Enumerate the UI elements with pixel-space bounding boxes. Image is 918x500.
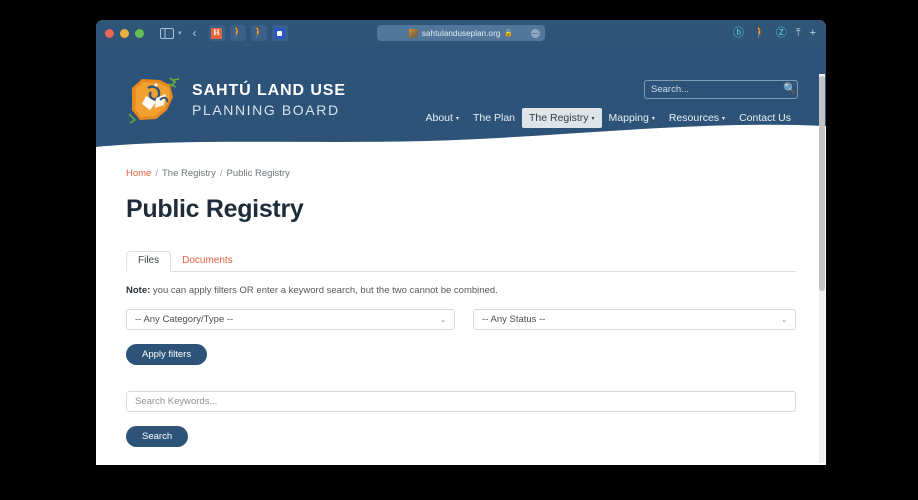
breadcrumb: Home / The Registry / Public Registry [126, 168, 796, 179]
filter-row: -- Any Category/Type -- ⌄ -- Any Status … [126, 309, 796, 330]
status-select[interactable]: -- Any Status -- ⌄ [473, 309, 796, 330]
webpage-viewport: SAHTÚ LAND USE PLANNING BOARD 🔍 About ▾ … [96, 46, 826, 465]
category-type-value: -- Any Category/Type -- [135, 314, 234, 325]
window-traffic-lights [105, 28, 144, 38]
filter-note-text: you can apply filters OR enter a keyword… [150, 285, 498, 296]
nav-item-the-plan[interactable]: The Plan [466, 108, 522, 128]
chevron-down-icon[interactable]: ▾ [178, 29, 182, 37]
breadcrumb-separator: / [155, 168, 158, 179]
chevron-down-icon: ⌄ [440, 316, 447, 324]
share-icon[interactable]: ⤒ [796, 27, 801, 39]
browser-right-icons: ⓑ 🚶 Ⓩ ⤒ + [733, 27, 819, 39]
browser-window: ▾ ‹ H 🚶 🚶 sahtulanduseplan.org 🔒 — ⓑ 🚶 Ⓩ… [96, 20, 826, 465]
nav-item-resources[interactable]: Resources ▾ [662, 108, 732, 128]
filter-note-label: Note: [126, 285, 151, 296]
bookmark-runner-1-icon[interactable]: 🚶 [229, 25, 246, 41]
category-type-select[interactable]: -- Any Category/Type -- ⌄ [126, 309, 456, 330]
page-menu-icon[interactable]: — [531, 29, 540, 38]
page-title: Public Registry [126, 195, 304, 223]
chevron-down-icon: ▾ [722, 116, 726, 122]
registry-tabs: Files Documents [126, 250, 796, 272]
brand-line-1: SAHTÚ LAND USE [192, 82, 346, 99]
breadcrumb-current: Public Registry [226, 168, 290, 179]
nav-label: The Registry [529, 112, 589, 124]
site-brand[interactable]: SAHTÚ LAND USE PLANNING BOARD [126, 74, 346, 126]
search-icon[interactable]: 🔍 [783, 84, 797, 95]
address-bar-url: sahtulanduseplan.org [421, 28, 501, 38]
nav-label: Resources [668, 112, 720, 124]
breadcrumb-separator: / [219, 168, 223, 179]
back-chevron-icon[interactable]: ‹ [193, 26, 197, 40]
new-tab-icon[interactable]: + [810, 27, 816, 39]
bookmark-h-icon[interactable]: H [208, 25, 225, 41]
status-value: -- Any Status -- [482, 314, 546, 325]
nav-label: The Plan [472, 112, 515, 124]
accessibility-icon[interactable]: 🚶 [753, 27, 767, 39]
page-scrollbar-thumb[interactable] [819, 76, 825, 291]
maximize-window-button[interactable] [135, 28, 144, 38]
page-body: Home / The Registry / Public Registry Pu… [96, 168, 826, 465]
search-input[interactable] [651, 84, 783, 95]
translate-icon[interactable]: Ⓩ [776, 27, 787, 39]
chevron-down-icon: ▾ [455, 116, 459, 122]
chevron-down-icon: ▾ [591, 116, 595, 122]
extension-icon[interactable]: ⓑ [733, 27, 744, 39]
apply-filters-button[interactable]: Apply filters [126, 344, 208, 365]
tab-files[interactable]: Files [126, 251, 172, 272]
chevron-down-icon: ⌄ [781, 316, 787, 324]
nav-label: Contact Us [739, 112, 791, 124]
sidebar-toggle-icon[interactable] [159, 27, 175, 40]
brand-line-2: PLANNING BOARD [192, 102, 340, 118]
lock-icon: 🔒 [504, 30, 514, 37]
nav-item-the-registry[interactable]: The Registry ▾ [522, 108, 602, 128]
bookmarks-bar: H 🚶 🚶 [208, 25, 288, 41]
nav-label: Mapping [608, 112, 649, 124]
main-navigation: About ▾ The Plan The Registry ▾ Mapping … [419, 108, 799, 128]
nav-item-mapping[interactable]: Mapping ▾ [602, 108, 662, 128]
browser-toolbar: ▾ ‹ H 🚶 🚶 sahtulanduseplan.org 🔒 — ⓑ 🚶 Ⓩ… [96, 20, 826, 46]
address-bar[interactable]: sahtulanduseplan.org 🔒 — [377, 25, 545, 41]
nav-label: About [425, 112, 453, 124]
chevron-down-icon: ▾ [651, 116, 655, 122]
site-search-box[interactable]: 🔍 [644, 80, 798, 99]
minimize-window-button[interactable] [120, 28, 129, 38]
sahtu-board-logo-icon [128, 77, 180, 124]
search-button[interactable]: Search [126, 426, 189, 447]
nav-item-about[interactable]: About ▾ [419, 108, 466, 128]
brand-text: SAHTÚ LAND USE PLANNING BOARD [192, 82, 346, 118]
keyword-search-input[interactable] [126, 391, 796, 412]
breadcrumb-the-registry-link[interactable]: The Registry [162, 168, 216, 179]
close-window-button[interactable] [105, 28, 114, 38]
filter-note: Note: you can apply filters OR enter a k… [126, 285, 796, 296]
site-header: SAHTÚ LAND USE PLANNING BOARD 🔍 About ▾ … [96, 46, 826, 147]
bookmark-runner-2-icon[interactable]: 🚶 [250, 25, 267, 41]
tab-documents[interactable]: Documents [171, 252, 244, 271]
bookmark-square-icon[interactable] [271, 25, 288, 41]
nav-item-contact-us[interactable]: Contact Us [732, 108, 798, 128]
site-favicon-icon [408, 28, 418, 38]
breadcrumb-home-link[interactable]: Home [126, 168, 151, 179]
